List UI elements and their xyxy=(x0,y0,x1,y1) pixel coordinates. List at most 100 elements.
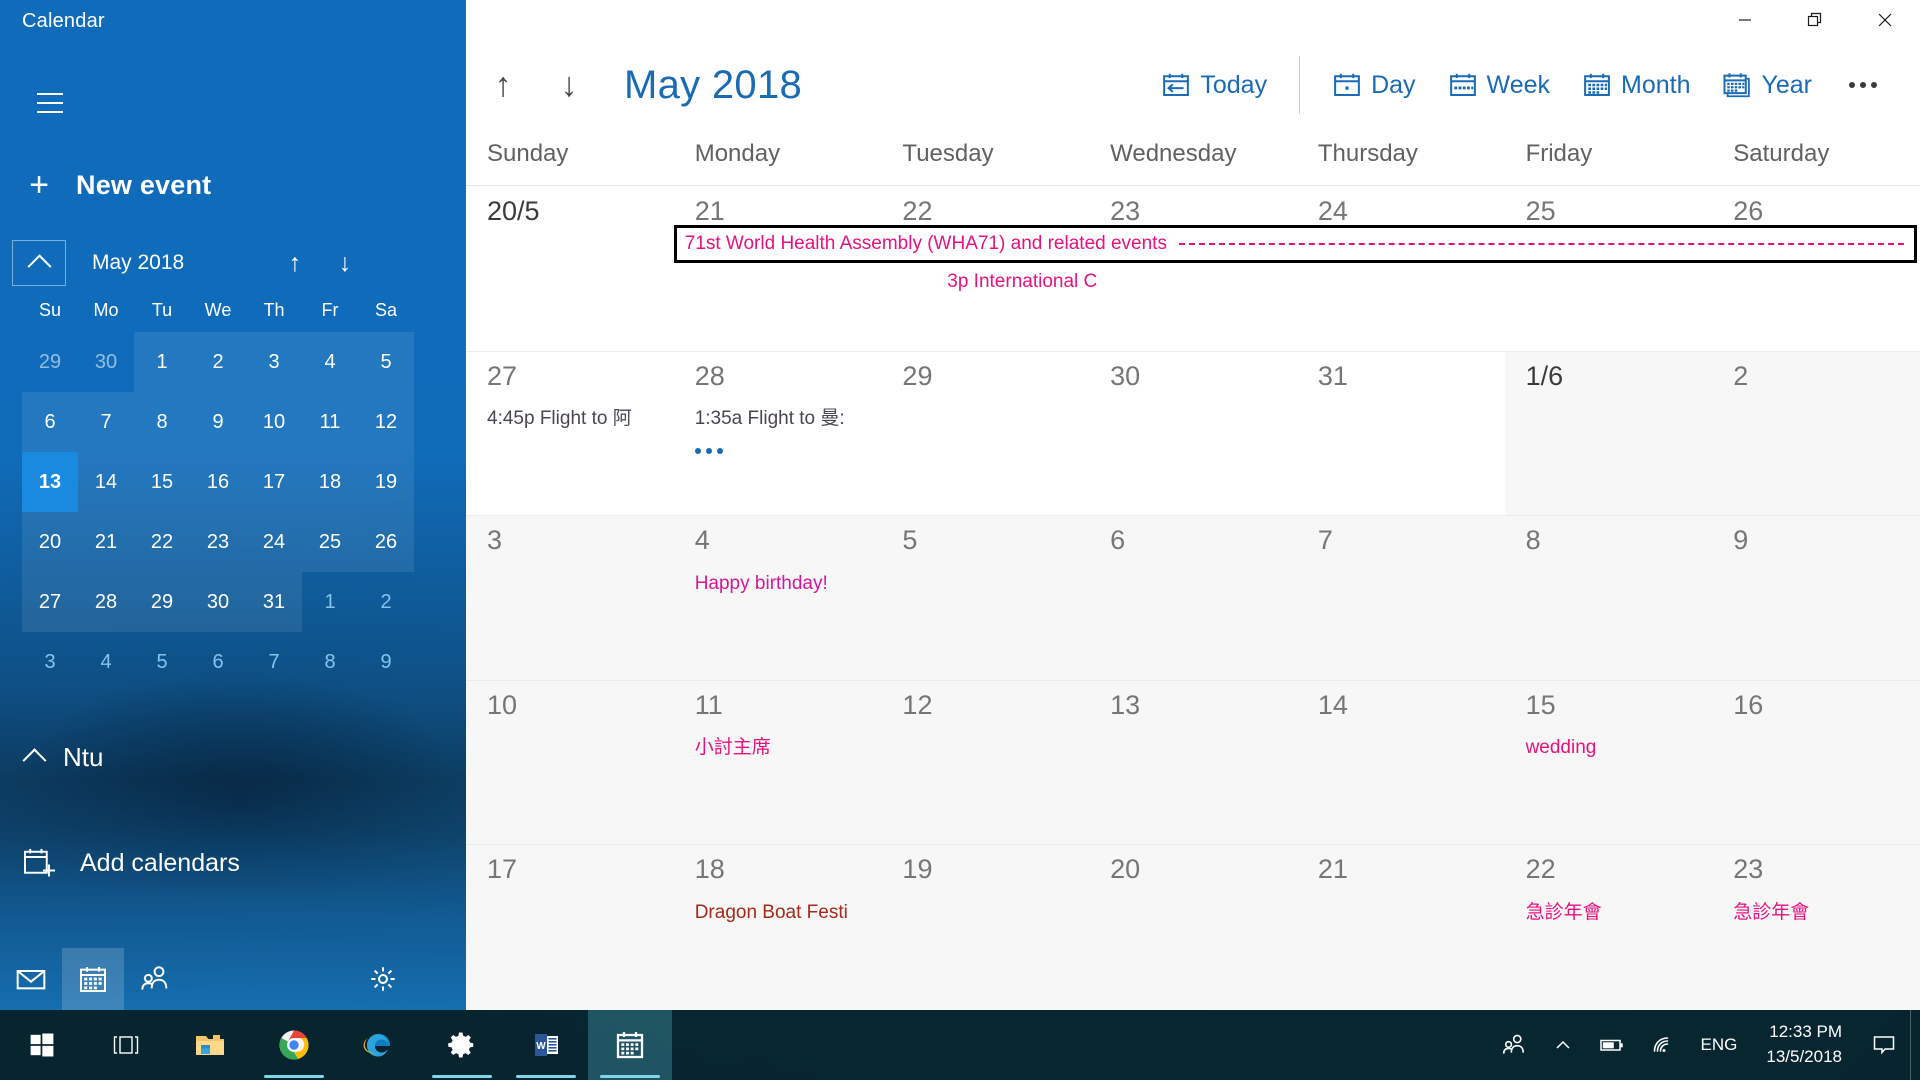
today-button[interactable]: Today xyxy=(1145,56,1283,114)
mini-calendar-day[interactable]: 7 xyxy=(246,632,302,692)
calendar-day-cell[interactable]: 26 xyxy=(1712,187,1920,351)
mini-calendar-day[interactable]: 23 xyxy=(190,512,246,572)
network-tray-icon[interactable] xyxy=(1638,1010,1688,1080)
mini-calendar-day[interactable]: 31 xyxy=(246,572,302,632)
calendar-event[interactable]: 急診年會 xyxy=(1505,901,1702,926)
mini-calendar-day[interactable]: 20 xyxy=(22,512,78,572)
people-tray-button[interactable] xyxy=(1488,1010,1540,1080)
previous-month-button[interactable]: ↑ xyxy=(474,54,532,116)
mini-calendar-day[interactable]: 8 xyxy=(134,392,190,452)
week-view-button[interactable]: Week xyxy=(1432,56,1566,114)
calendar-day-cell[interactable]: 15 wedding xyxy=(1504,680,1713,845)
hamburger-menu-icon[interactable] xyxy=(24,80,76,126)
mini-calendar-day[interactable]: 2 xyxy=(358,572,414,632)
day-view-button[interactable]: Day xyxy=(1316,56,1431,114)
next-month-button[interactable]: ↓ xyxy=(540,54,598,116)
minimize-button[interactable] xyxy=(1710,0,1780,40)
multi-day-event-bar[interactable]: 71st World Health Assembly (WHA71) and r… xyxy=(673,225,1917,263)
language-indicator[interactable]: ENG xyxy=(1688,1010,1751,1080)
mini-calendar-day[interactable]: 9 xyxy=(190,392,246,452)
calendar-day-cell[interactable]: 3 xyxy=(466,516,674,680)
word-button[interactable]: W xyxy=(504,1010,588,1080)
mini-calendar-day[interactable]: 1 xyxy=(302,572,358,632)
new-event-button[interactable]: + New event xyxy=(18,158,358,212)
settings-button[interactable] xyxy=(420,1010,504,1080)
year-view-button[interactable]: Year xyxy=(1706,56,1828,114)
clock[interactable]: 12:33 PM 13/5/2018 xyxy=(1750,1010,1858,1080)
calendar-day-cell[interactable]: 24 xyxy=(1297,187,1505,351)
calendar-day-cell[interactable]: 1/6 xyxy=(1504,351,1713,516)
start-button[interactable] xyxy=(0,1010,84,1080)
edge-button[interactable] xyxy=(336,1010,420,1080)
mini-calendar-day[interactable]: 5 xyxy=(134,632,190,692)
mini-calendar-day[interactable]: 29 xyxy=(22,332,78,392)
sidebar-item-settings[interactable] xyxy=(352,948,414,1010)
mini-calendar-day[interactable]: 6 xyxy=(22,392,78,452)
mini-calendar-day[interactable]: 9 xyxy=(358,632,414,692)
sidebar-item-mail[interactable] xyxy=(0,948,62,1010)
calendar-day-cell[interactable]: 17 xyxy=(466,845,674,1010)
calendar-event[interactable]: 急診年會 xyxy=(1712,901,1909,926)
calendar-day-cell[interactable]: 9 xyxy=(1712,516,1920,680)
mini-calendar-day[interactable]: 7 xyxy=(78,392,134,452)
calendar-event[interactable]: 小討主席 xyxy=(674,736,871,761)
mini-calendar-day[interactable]: 5 xyxy=(358,332,414,392)
current-month-title[interactable]: May 2018 xyxy=(624,63,802,108)
calendar-event[interactable]: 1:35a Flight to 曼: xyxy=(674,407,871,432)
restore-button[interactable] xyxy=(1780,0,1850,40)
mini-calendar-day[interactable]: 18 xyxy=(302,452,358,512)
add-calendars-button[interactable]: Add calendars xyxy=(22,845,240,881)
mini-calendar-day[interactable]: 4 xyxy=(302,332,358,392)
more-events-button[interactable] xyxy=(674,447,871,454)
mini-calendar-day[interactable]: 6 xyxy=(190,632,246,692)
mini-calendar-day[interactable]: 30 xyxy=(78,332,134,392)
mini-calendar-day[interactable]: 15 xyxy=(134,452,190,512)
mini-calendar-day[interactable]: 30 xyxy=(190,572,246,632)
calendar-day-cell[interactable]: 21 xyxy=(1296,845,1505,1010)
close-button[interactable] xyxy=(1850,0,1920,40)
calendar-day-cell[interactable]: 5 xyxy=(881,516,1090,680)
calendar-event[interactable]: wedding xyxy=(1505,736,1702,761)
show-hidden-icons-button[interactable] xyxy=(1540,1010,1586,1080)
calendar-day-cell[interactable]: 23 急診年會 xyxy=(1712,845,1920,1010)
more-options-button[interactable] xyxy=(1828,56,1898,114)
calendar-day-cell[interactable]: 13 xyxy=(1089,680,1297,845)
mini-calendar-title[interactable]: May 2018 xyxy=(92,251,270,275)
calendar-day-cell[interactable]: 11 小討主席 xyxy=(673,680,882,845)
calendar-day-cell[interactable]: 29 xyxy=(881,352,1089,516)
mini-calendar-day[interactable]: 13 xyxy=(22,452,78,512)
show-desktop-button[interactable] xyxy=(1910,1010,1920,1080)
calendar-day-cell[interactable]: 6 xyxy=(1089,516,1297,680)
mini-calendar-day[interactable]: 3 xyxy=(246,332,302,392)
calendar-day-cell[interactable]: 19 xyxy=(881,845,1090,1010)
calendar-day-cell[interactable]: 18 Dragon Boat Festi xyxy=(673,845,882,1010)
calendar-day-cell[interactable]: 16 xyxy=(1712,680,1920,845)
sidebar-item-people[interactable] xyxy=(124,948,186,1010)
mini-calendar-prev-button[interactable]: ↑ xyxy=(270,240,320,286)
month-view-button[interactable]: Month xyxy=(1566,56,1706,114)
mini-calendar-day[interactable]: 10 xyxy=(246,392,302,452)
mini-calendar-day[interactable]: 29 xyxy=(134,572,190,632)
mini-calendar-day[interactable]: 11 xyxy=(302,392,358,452)
mini-calendar-collapse-button[interactable] xyxy=(12,240,66,286)
mini-calendar-day[interactable]: 2 xyxy=(190,332,246,392)
calendar-day-cell[interactable]: 8 xyxy=(1504,516,1713,680)
mini-calendar-day[interactable]: 17 xyxy=(246,452,302,512)
calendar-day-cell[interactable]: 30 xyxy=(1089,352,1297,516)
mini-calendar-day[interactable]: 14 xyxy=(78,452,134,512)
battery-tray-icon[interactable] xyxy=(1586,1010,1638,1080)
calendar-day-cell[interactable]: 22 xyxy=(881,187,1089,351)
mini-calendar-next-button[interactable]: ↓ xyxy=(320,240,370,286)
mini-calendar-day[interactable]: 3 xyxy=(22,632,78,692)
action-center-button[interactable] xyxy=(1858,1010,1910,1080)
mini-calendar-day[interactable]: 22 xyxy=(134,512,190,572)
mini-calendar-day[interactable]: 12 xyxy=(358,392,414,452)
task-view-button[interactable] xyxy=(84,1010,168,1080)
mini-calendar-day[interactable]: 24 xyxy=(246,512,302,572)
calendar-day-cell[interactable]: 31 xyxy=(1297,352,1505,516)
calendar-day-cell[interactable]: 28 1:35a Flight to 曼: xyxy=(674,352,882,516)
file-explorer-button[interactable] xyxy=(168,1010,252,1080)
calendar-day-cell[interactable]: 21 xyxy=(674,187,882,351)
calendar-day-cell[interactable]: 25 xyxy=(1505,187,1713,351)
calendar-day-cell[interactable]: 14 xyxy=(1296,680,1505,845)
